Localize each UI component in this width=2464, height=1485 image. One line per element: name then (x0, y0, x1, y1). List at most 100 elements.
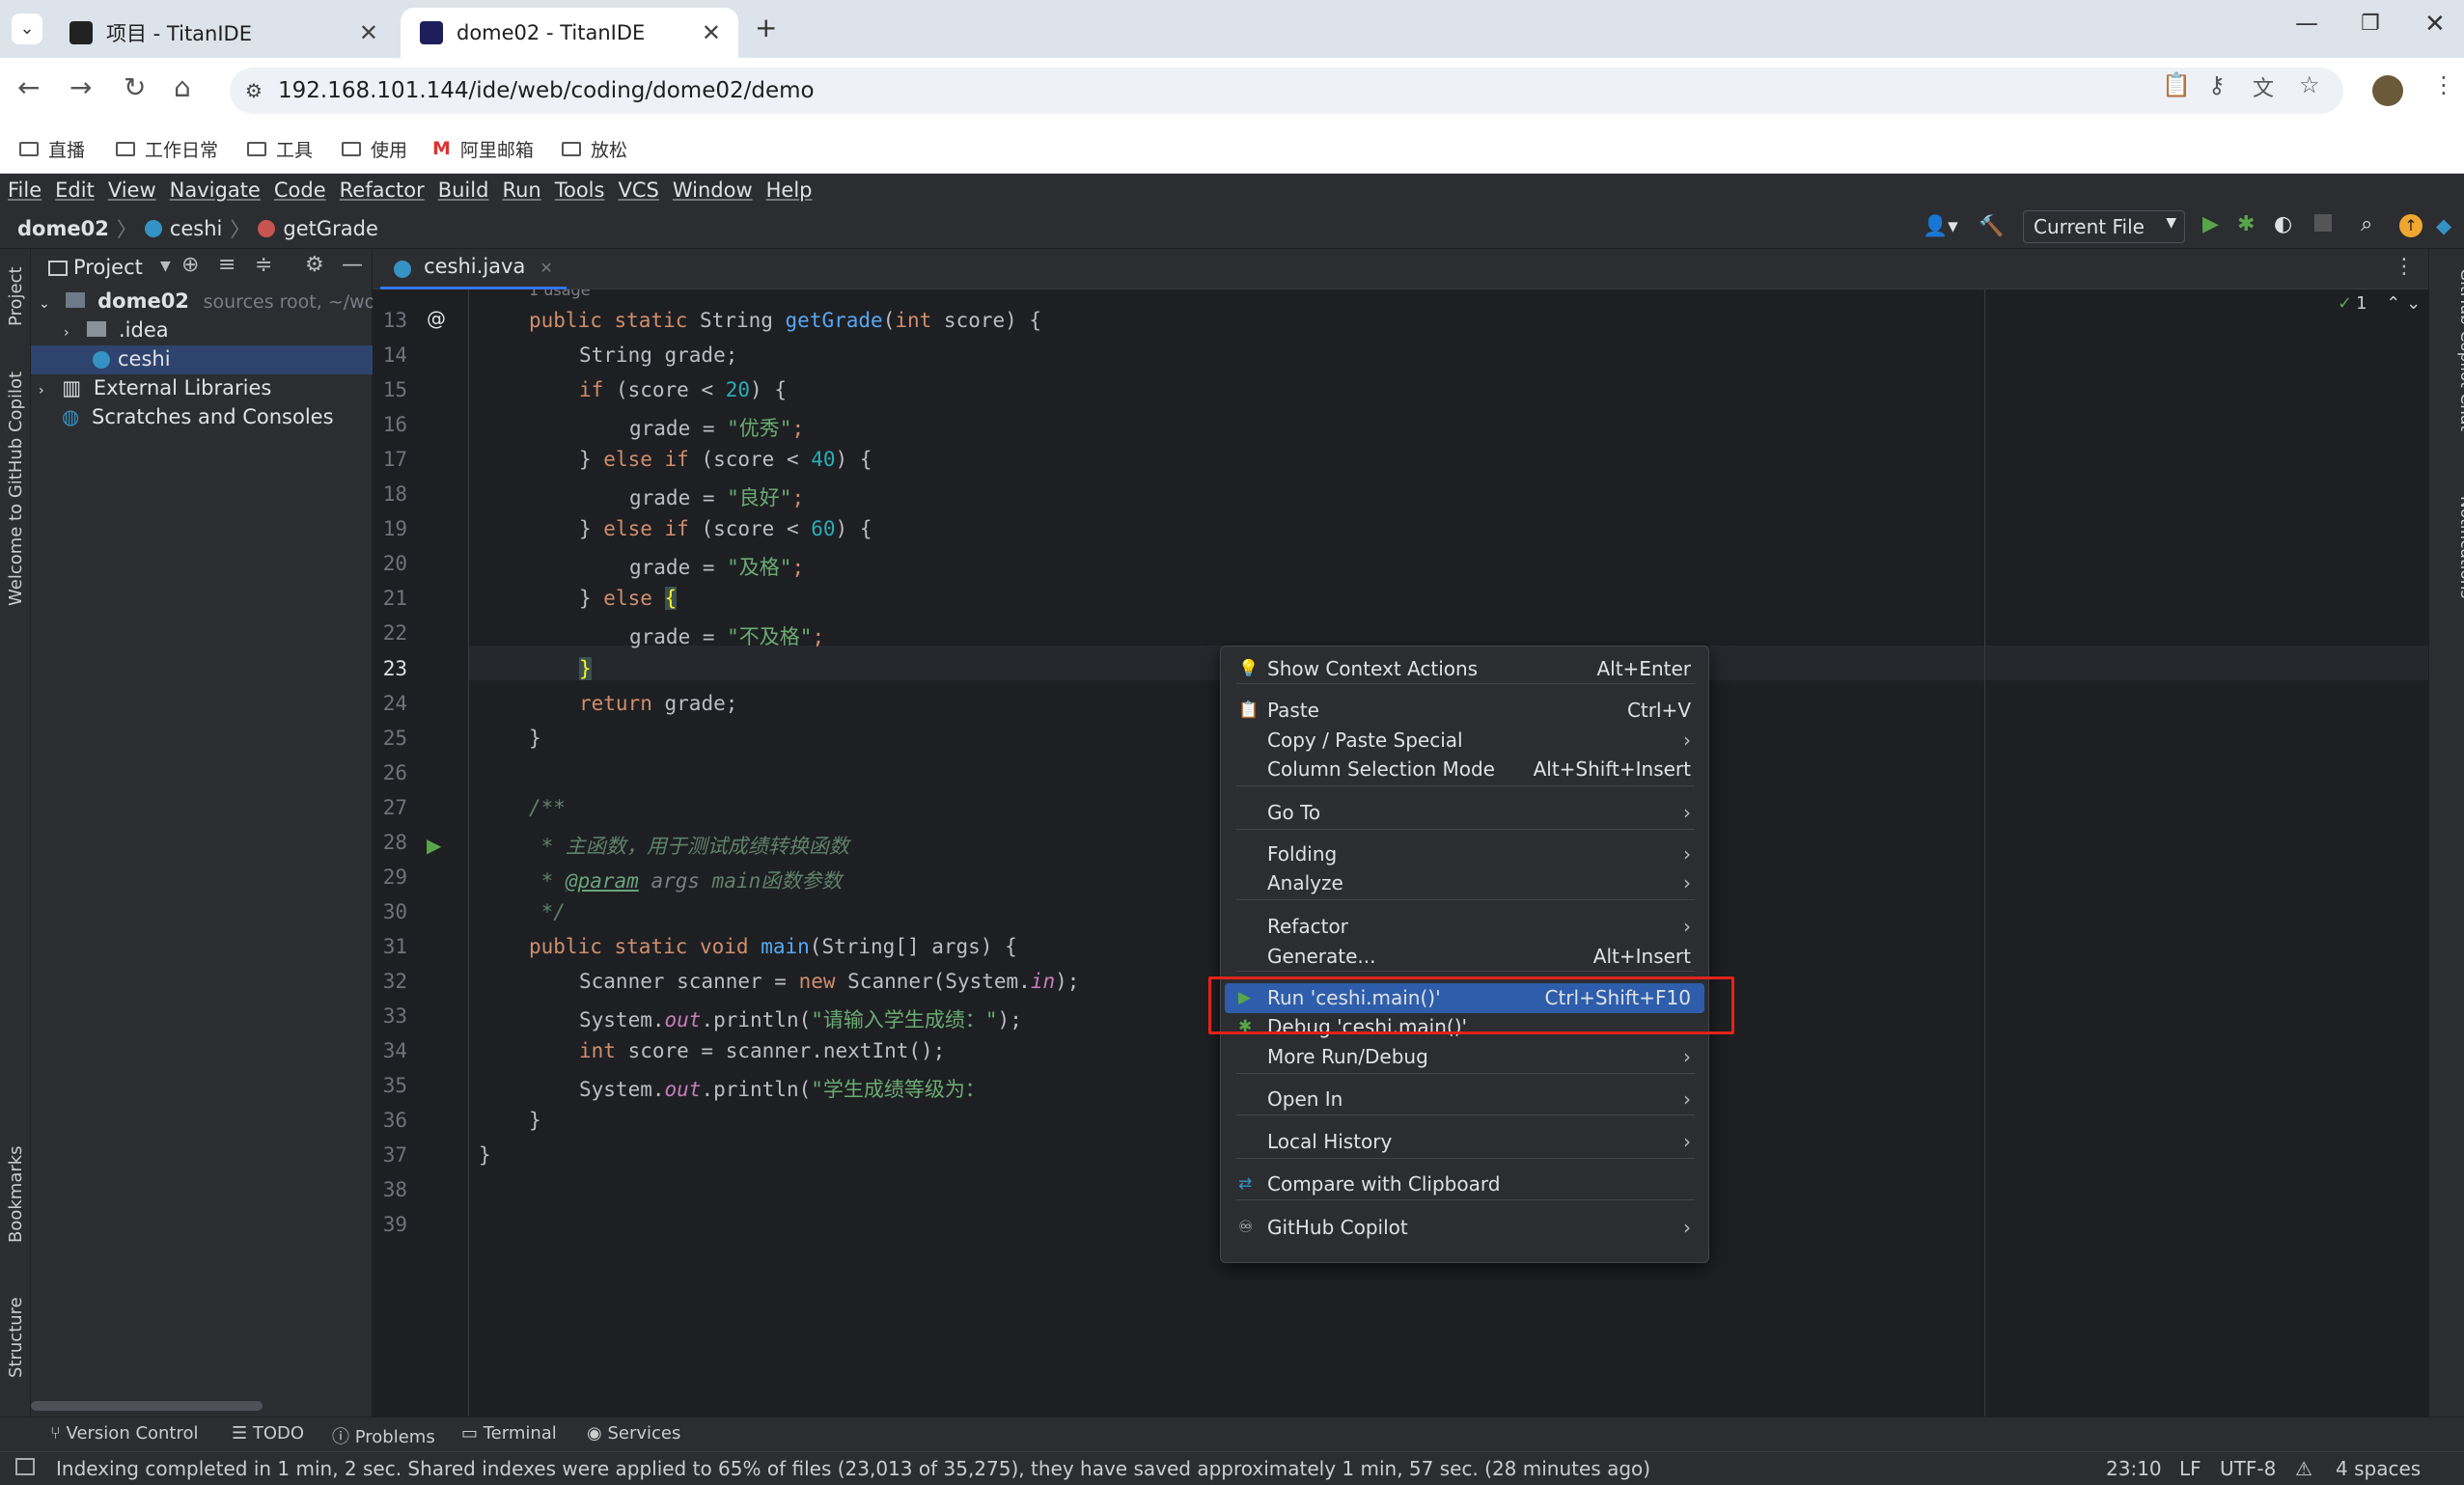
copilot-welcome-tool-button[interactable]: Welcome to GitHub Copilot (6, 371, 26, 606)
line-number[interactable]: 30 (373, 900, 407, 923)
url-field[interactable]: ⚙ 192.168.101.144/ide/web/coding/dome02/… (230, 68, 2343, 114)
menu-item-folding[interactable]: Folding › (1225, 839, 1704, 869)
line-number[interactable]: 34 (373, 1039, 407, 1062)
menu-item-go-to[interactable]: Go To › (1225, 798, 1704, 828)
menu-vcs[interactable]: VCS (618, 179, 658, 202)
expand-all-icon[interactable]: ≡ (218, 253, 235, 277)
menu-item-paste[interactable]: 📋 Paste Ctrl+V (1225, 696, 1704, 726)
menu-item-more-run-debug[interactable]: More Run/Debug › (1225, 1042, 1704, 1072)
project-tool-button[interactable]: Project (6, 266, 26, 326)
line-number[interactable]: 16 (373, 413, 407, 436)
code-line[interactable]: grade = "优秀"; (629, 413, 804, 442)
editor-tab-ceshi[interactable]: ceshi.java ✕ (380, 249, 567, 289)
menu-item-show-context-actions[interactable]: 💡 Show Context Actions Alt+Enter (1225, 654, 1704, 684)
inspection-widget[interactable]: ✓ 1 ⌃ ⌄ (2338, 293, 2421, 314)
line-number[interactable]: 36 (373, 1109, 407, 1132)
line-number[interactable]: 19 (373, 517, 407, 540)
line-number[interactable]: 18 (373, 482, 407, 506)
horizontal-scrollbar[interactable] (31, 1401, 263, 1411)
notifications-tool-button[interactable]: Notifications (2456, 496, 2464, 598)
code-line[interactable]: } else { (579, 587, 678, 611)
code-line[interactable]: public static String getGrade(int score)… (529, 309, 1041, 332)
tool-services[interactable]: ◉ Services (587, 1423, 680, 1444)
line-number[interactable]: 26 (373, 761, 407, 784)
run-config-select[interactable]: Current File ▼ (2023, 210, 2185, 243)
line-number[interactable]: 28 (373, 831, 407, 854)
menu-item-analyze[interactable]: Analyze › (1225, 868, 1704, 898)
bookmark-5[interactable]: 放松 (562, 131, 627, 166)
code-line[interactable]: } (529, 727, 541, 750)
code-line[interactable]: if (score < 20) { (579, 378, 787, 401)
menu-run[interactable]: Run (502, 179, 540, 202)
tree-item-scratches[interactable]: ◍ Scratches and Consoles (62, 405, 334, 428)
debug-icon[interactable]: ✱ (2237, 212, 2255, 236)
line-number[interactable]: 14 (373, 344, 407, 367)
line-number[interactable]: 32 (373, 970, 407, 993)
line-number[interactable]: 22 (373, 621, 407, 645)
tab-search-button[interactable]: ⌄ (12, 14, 42, 44)
site-info-icon[interactable]: ⚙ (245, 68, 263, 114)
translate-icon[interactable]: 文 (2253, 71, 2274, 102)
code-line[interactable]: /** (529, 796, 566, 819)
indent-setting[interactable]: 4 spaces (2336, 1457, 2421, 1480)
line-number[interactable]: 13 (373, 309, 407, 332)
stop-icon[interactable] (2314, 214, 2332, 232)
hide-icon[interactable]: — (342, 253, 363, 277)
menu-edit[interactable]: Edit (55, 179, 95, 202)
code-line[interactable]: grade = "良好"; (629, 482, 804, 511)
breadcrumb-method[interactable]: getGrade (283, 217, 378, 240)
menu-navigate[interactable]: Navigate (170, 179, 261, 202)
menu-item-github-copilot[interactable]: ♾ GitHub Copilot › (1225, 1213, 1704, 1243)
new-tab-button[interactable]: + (755, 12, 777, 43)
minimize-button[interactable]: — (2295, 10, 2318, 37)
code-line[interactable]: int score = scanner.nextInt(); (579, 1039, 945, 1062)
line-number[interactable]: 33 (373, 1004, 407, 1028)
bookmarks-tool-button[interactable]: Bookmarks (6, 1145, 26, 1243)
tool-problems[interactable]: ⓘ Problems (332, 1423, 435, 1448)
tree-item-ceshi[interactable]: ceshi (31, 345, 373, 374)
tool-todo[interactable]: ☰ TODO (232, 1423, 304, 1444)
menu-help[interactable]: Help (766, 179, 813, 202)
override-icon[interactable]: @ (427, 307, 446, 330)
menu-file[interactable]: File (8, 179, 42, 202)
forward-icon[interactable]: → (69, 71, 92, 103)
star-icon[interactable]: ☆ (2299, 71, 2320, 98)
tree-item-external-libraries[interactable]: › ▥ External Libraries (39, 376, 271, 399)
line-separator[interactable]: LF (2179, 1457, 2201, 1480)
menu-code[interactable]: Code (274, 179, 326, 202)
line-number[interactable]: 31 (373, 935, 407, 958)
code-line[interactable]: } (579, 656, 592, 680)
coverage-icon[interactable]: ◐ (2274, 212, 2292, 236)
update-icon[interactable]: ↑ (2399, 214, 2422, 237)
tool-terminal[interactable]: ▭ Terminal (461, 1423, 557, 1444)
copilot-chat-tool-button[interactable]: GitHub Copilot Chat (2456, 268, 2464, 431)
code-line[interactable]: System.out.println("学生成绩等级为：" + getGrade… (579, 1074, 979, 1103)
key-icon[interactable]: ⚷ (2208, 71, 2226, 98)
menu-refactor[interactable]: Refactor (340, 179, 425, 202)
run-icon[interactable]: ▶ (2202, 212, 2219, 236)
code-line[interactable]: public static void main(String[] args) { (529, 935, 1017, 958)
code-line[interactable]: return grade; (579, 692, 737, 715)
run-gutter-icon[interactable]: ▶ (427, 834, 441, 857)
line-number[interactable]: 27 (373, 796, 407, 819)
copilot-icon[interactable]: ◆ (2436, 214, 2451, 237)
menu-item-local-history[interactable]: Local History › (1225, 1127, 1704, 1157)
line-number[interactable]: 21 (373, 587, 407, 610)
collapse-all-icon[interactable]: ≑ (255, 253, 272, 277)
chevron-down-icon[interactable]: ▼ (160, 259, 171, 274)
restore-button[interactable]: ❐ (2361, 12, 2380, 36)
menu-tools[interactable]: Tools (555, 179, 605, 202)
line-number[interactable]: 39 (373, 1213, 407, 1236)
menu-item-refactor[interactable]: Refactor › (1225, 912, 1704, 942)
code-line[interactable]: Scanner scanner = new Scanner(System.in)… (579, 970, 1079, 993)
file-encoding[interactable]: UTF-8 (2220, 1457, 2276, 1480)
code-line[interactable]: } else if (score < 40) { (579, 448, 872, 471)
code-line[interactable]: grade = "不及格"; (629, 621, 824, 650)
menu-window[interactable]: Window (673, 179, 753, 202)
gear-icon[interactable]: ⚙ (305, 253, 324, 277)
code-line[interactable]: } (479, 1143, 491, 1167)
browser-menu-icon[interactable]: ⋮ (2432, 71, 2455, 98)
tree-root[interactable]: ⌄ dome02 sources root, ~/wo (39, 289, 375, 313)
menu-build[interactable]: Build (438, 179, 489, 202)
home-icon[interactable]: ⌂ (174, 71, 191, 103)
